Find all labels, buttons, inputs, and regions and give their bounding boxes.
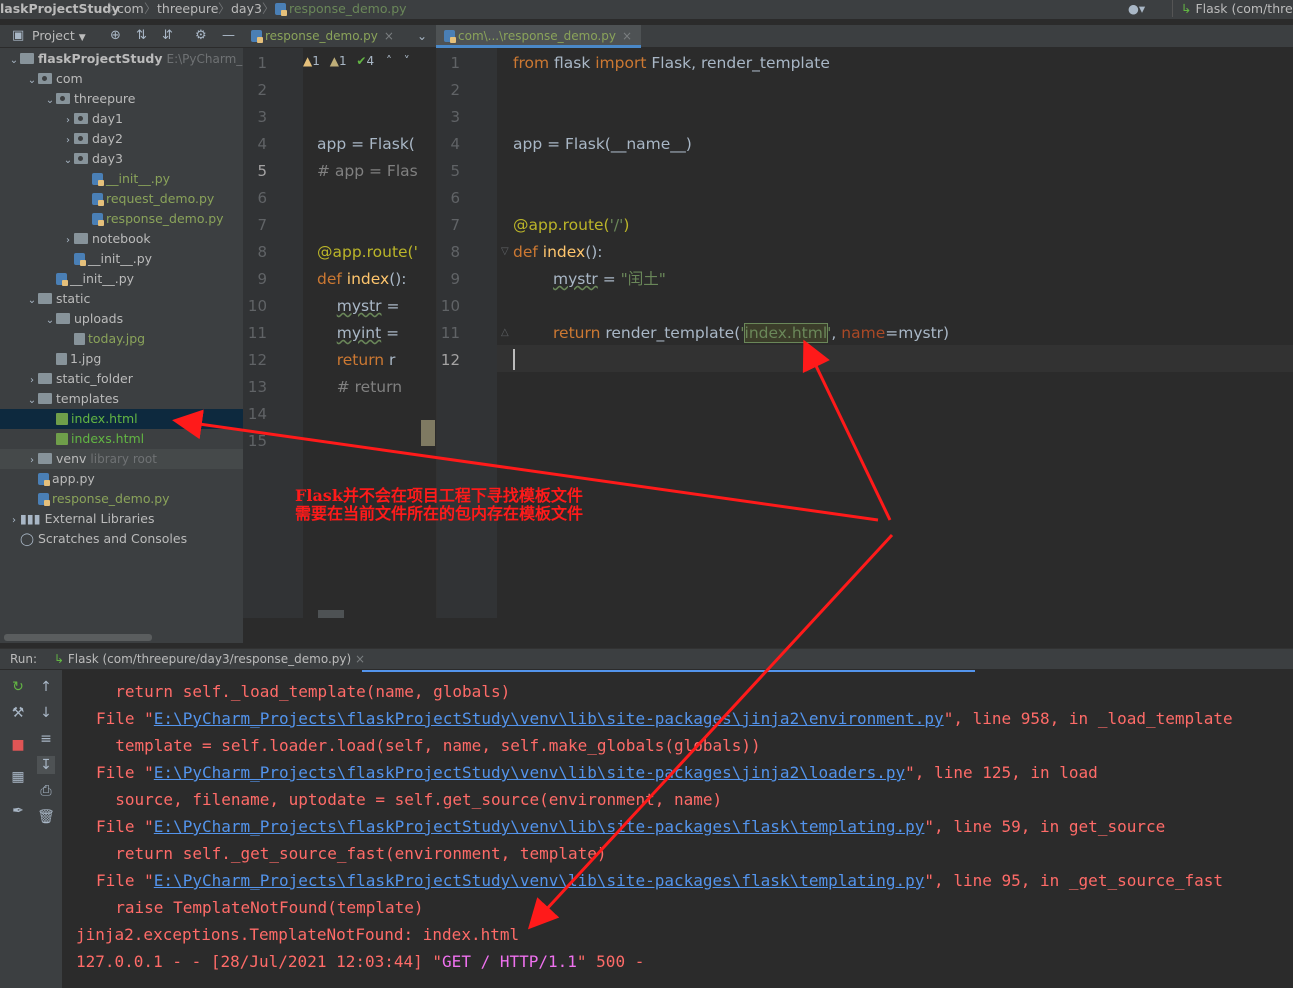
arrow-to-template-file (172, 409, 879, 522)
annotation-arrows (172, 339, 894, 930)
arrow-to-render-template (802, 339, 892, 521)
arrow-to-error (527, 533, 894, 930)
